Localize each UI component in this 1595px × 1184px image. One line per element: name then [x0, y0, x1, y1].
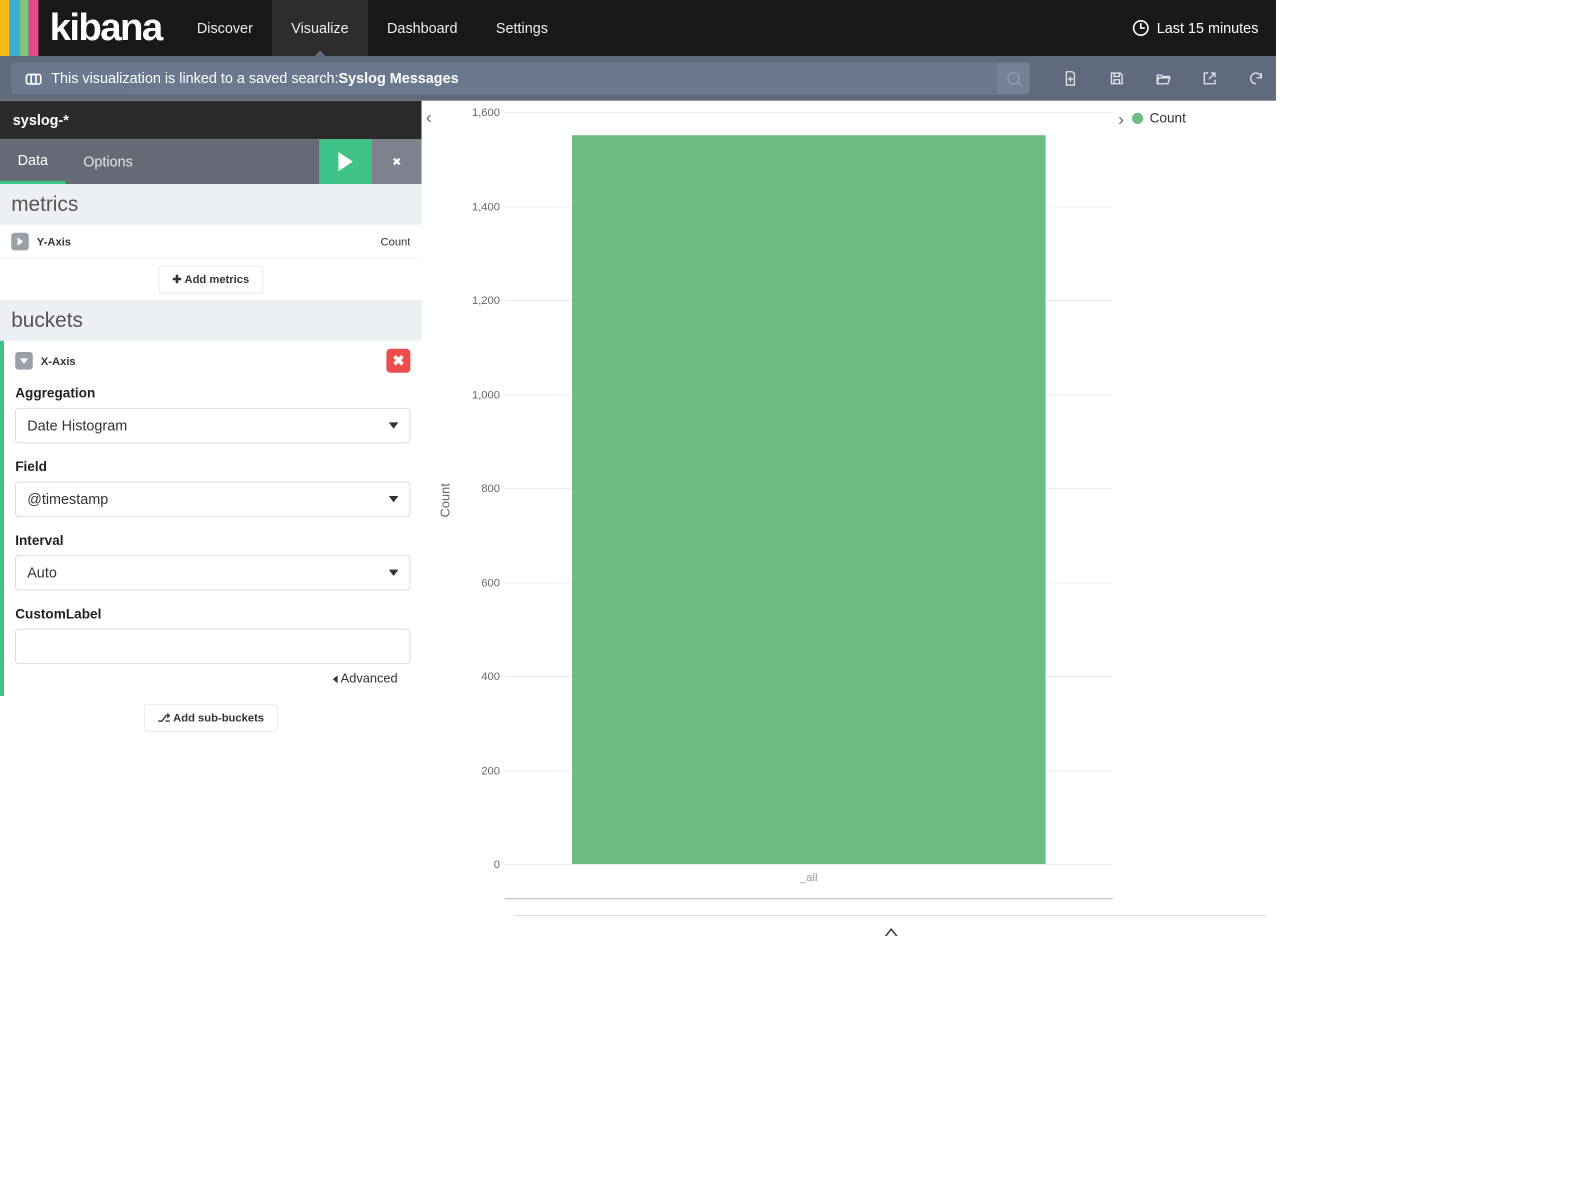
- custom-label-input[interactable]: [15, 629, 410, 664]
- add-sub-bucket-button[interactable]: ⎇ Add sub-buckets: [144, 704, 278, 732]
- y-tick-label: 1,200: [460, 294, 500, 307]
- share-icon[interactable]: [1201, 70, 1219, 88]
- field-value: @timestamp: [27, 491, 108, 508]
- play-icon: [338, 152, 352, 171]
- plot: 0 200 400 600 800 1,000 1,200 1,400 1,600 _all: [457, 101, 1124, 899]
- legend-swatch: [1132, 113, 1143, 124]
- yaxis-metric-row[interactable]: Y-Axis Count: [0, 225, 422, 259]
- spy-panel-toggle[interactable]: [516, 915, 1266, 947]
- apply-button[interactable]: [319, 139, 372, 184]
- buckets-heading: buckets: [0, 300, 422, 341]
- timepicker-label: Last 15 minutes: [1157, 20, 1259, 37]
- nav-settings[interactable]: Settings: [477, 0, 567, 56]
- x-tick-label: _all: [800, 870, 817, 883]
- expand-icon: [11, 233, 29, 251]
- nav-dashboard[interactable]: Dashboard: [368, 0, 477, 56]
- remove-bucket-button[interactable]: ✖: [386, 349, 410, 373]
- nav-discover[interactable]: Discover: [178, 0, 272, 56]
- link-text-name: Syslog Messages: [339, 70, 459, 87]
- yaxis-value: Count: [381, 235, 411, 248]
- index-pattern-label[interactable]: syslog-*: [0, 101, 422, 139]
- link-text-prefix: This visualization is linked to a saved …: [51, 70, 338, 87]
- collapse-legend[interactable]: ›: [1118, 109, 1124, 130]
- search-button[interactable]: [998, 62, 1030, 94]
- top-nav: kibana Discover Visualize Dashboard Sett…: [0, 0, 1276, 56]
- custom-label-label: CustomLabel: [15, 606, 410, 622]
- interval-value: Auto: [27, 564, 57, 581]
- discard-button[interactable]: ✖: [372, 139, 422, 184]
- logo-stripes: [0, 0, 38, 56]
- add-metrics-label: Add metrics: [184, 273, 249, 286]
- y-axis-title: Count: [436, 483, 457, 517]
- y-tick-label: 200: [460, 764, 500, 777]
- refresh-icon[interactable]: [1247, 70, 1265, 88]
- aggregation-select[interactable]: Date Histogram: [15, 408, 410, 443]
- tab-options[interactable]: Options: [66, 139, 151, 184]
- yaxis-label: Y-Axis: [37, 235, 71, 248]
- save-icon[interactable]: [1108, 70, 1126, 88]
- saved-search-link[interactable]: This visualization is linked to a saved …: [11, 62, 1029, 94]
- y-tick-label: 1,600: [460, 106, 500, 119]
- link-bar: This visualization is linked to a saved …: [0, 56, 1276, 101]
- y-tick-label: 1,400: [460, 200, 500, 213]
- nav-items: Discover Visualize Dashboard Settings: [178, 0, 567, 56]
- legend: Count: [1124, 101, 1276, 899]
- xaxis-bucket: X-Axis ✖ Aggregation Date Histogram Fiel…: [0, 341, 422, 696]
- advanced-toggle[interactable]: Advanced: [15, 664, 410, 691]
- y-tick-label: 600: [460, 576, 500, 589]
- field-select[interactable]: @timestamp: [15, 482, 410, 517]
- y-tick-label: 400: [460, 670, 500, 683]
- field-label: Field: [15, 459, 410, 475]
- toolbar: [1062, 70, 1265, 88]
- caret-icon: [389, 422, 399, 428]
- timepicker[interactable]: Last 15 minutes: [1133, 0, 1276, 56]
- caret-icon: [389, 570, 399, 576]
- nav-visualize[interactable]: Visualize: [272, 0, 368, 56]
- collapse-sidebar[interactable]: ‹: [422, 101, 436, 947]
- y-tick-label: 0: [460, 858, 500, 871]
- aggregation-label: Aggregation: [15, 386, 410, 402]
- interval-select[interactable]: Auto: [15, 555, 410, 590]
- logo-text: kibana: [50, 9, 162, 47]
- chevron-up-icon: [885, 928, 898, 936]
- chart-area: Count 0 200 400 600 800 1,000 1,200 1,400 1,600 _…: [436, 101, 1276, 947]
- caret-icon: [389, 496, 399, 502]
- open-icon[interactable]: [1154, 70, 1172, 88]
- legend-item[interactable]: Count: [1132, 110, 1268, 126]
- logo: kibana: [0, 0, 178, 56]
- xaxis-label: X-Axis: [41, 354, 76, 367]
- collapse-icon[interactable]: [15, 352, 33, 370]
- clock-icon: [1133, 20, 1149, 36]
- search-icon: [1007, 72, 1020, 85]
- editor-tabs: Data Options ✖: [0, 139, 422, 184]
- bar[interactable]: [572, 136, 1046, 865]
- add-metrics-button[interactable]: ✚ Add metrics: [159, 266, 263, 294]
- main: syslog-* Data Options ✖ metrics Y-Axis C…: [0, 101, 1276, 947]
- link-icon: [26, 74, 42, 84]
- new-vis-icon[interactable]: [1062, 70, 1080, 88]
- tab-data[interactable]: Data: [0, 139, 66, 184]
- metrics-heading: metrics: [0, 184, 422, 225]
- y-tick-label: 800: [460, 482, 500, 495]
- editor-sidebar: syslog-* Data Options ✖ metrics Y-Axis C…: [0, 101, 422, 947]
- caret-left-icon: [333, 675, 338, 683]
- advanced-label: Advanced: [341, 672, 398, 686]
- aggregation-value: Date Histogram: [27, 417, 127, 434]
- legend-label: Count: [1150, 110, 1186, 126]
- y-tick-label: 1,000: [460, 388, 500, 401]
- add-sub-label: Add sub-buckets: [173, 711, 264, 724]
- interval-label: Interval: [15, 533, 410, 549]
